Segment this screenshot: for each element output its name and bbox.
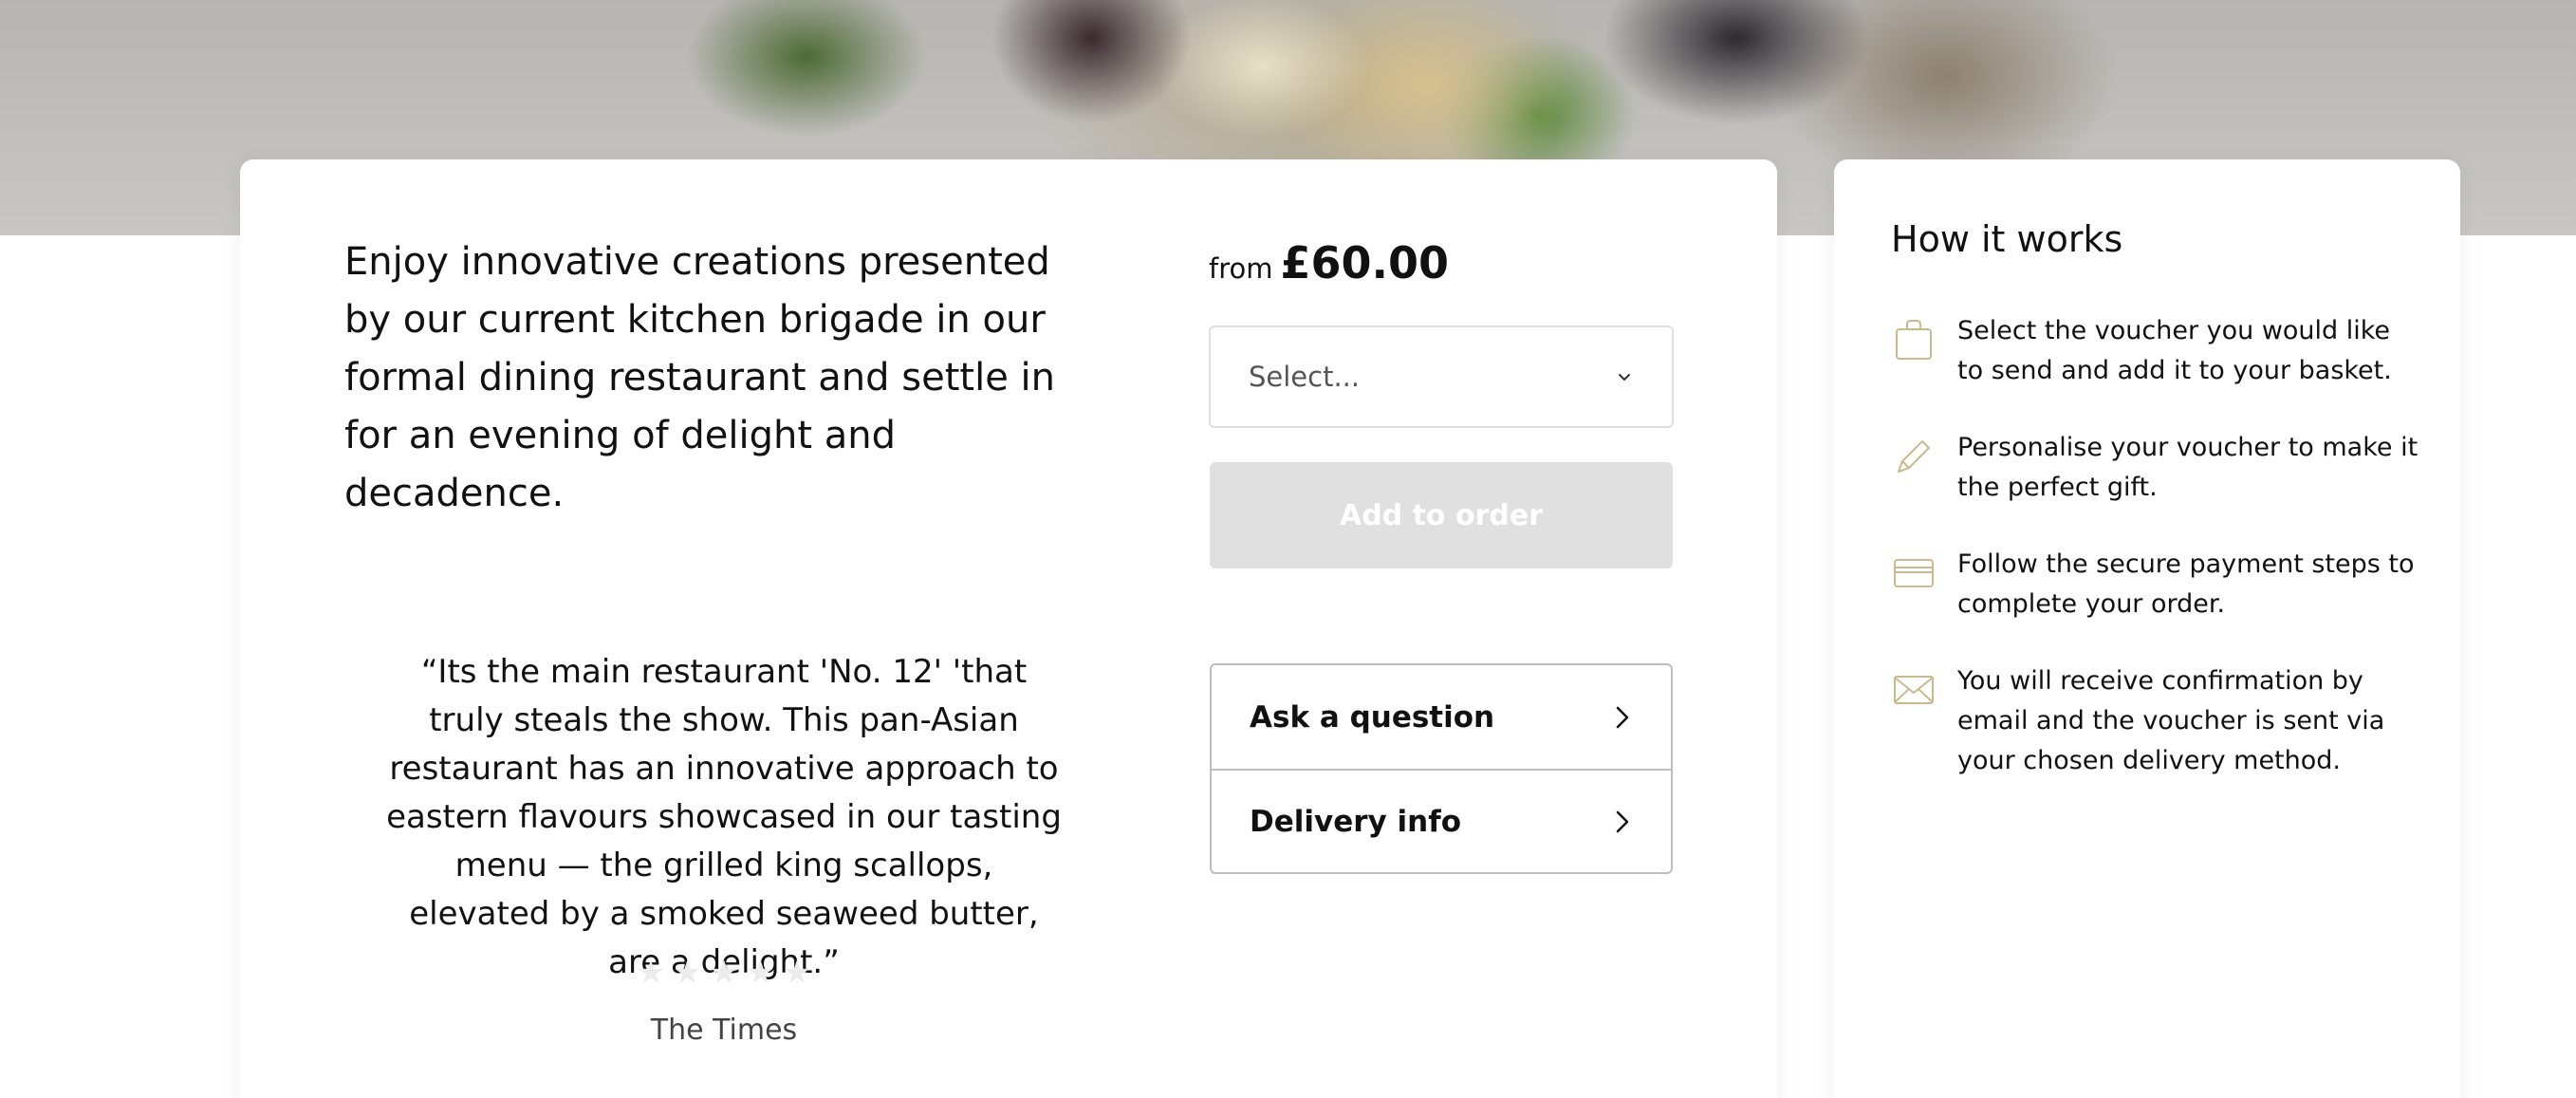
delivery-info-label: Delivery info [1250,804,1462,839]
step-text: Follow the secure payment steps to compl… [1957,549,2415,619]
price: from £60.00 [1209,237,1449,288]
select-placeholder: Select... [1249,361,1361,393]
ask-question-label: Ask a question [1250,699,1495,735]
pencil-icon [1898,440,1930,473]
info-accordion: Ask a question Delivery info [1210,663,1673,874]
star-icon: ★ [673,954,702,992]
star-rating: ★ ★ ★ ★ ★ [629,957,819,989]
step-text: You will receive confirmation by email a… [1957,666,2385,775]
voucher-detail-card: Enjoy innovative creations presented by … [240,159,1777,1098]
how-it-works-card: How it works Select the voucher you woul… [1834,159,2460,1098]
ask-question-item[interactable]: Ask a question [1212,665,1671,769]
step-item: You will receive confirmation by email a… [1891,661,2422,781]
add-to-order-button[interactable]: Add to order [1210,462,1673,568]
price-value: £60.00 [1280,237,1450,288]
how-it-works-title: How it works [1891,218,2123,260]
star-icon: ★ [746,954,775,992]
price-prefix: from [1209,252,1273,285]
voucher-description: Enjoy innovative creations presented by … [344,240,1055,515]
star-icon: ★ [709,954,739,992]
shopping-bag-icon [1896,320,1932,360]
chevron-down-icon [1619,374,1630,381]
review-source: The Times [650,1014,798,1047]
credit-card-icon [1894,559,1934,587]
chevron-right-icon [1616,810,1629,832]
step-item: Follow the secure payment steps to compl… [1891,545,2422,624]
review-quote: “Its the main restaurant 'No. 12' 'that … [386,653,1062,981]
step-text: Select the voucher you would like to sen… [1957,316,2392,385]
star-icon: ★ [782,954,812,992]
delivery-info-item[interactable]: Delivery info [1212,769,1671,872]
envelope-icon [1894,676,1934,704]
chevron-right-icon [1616,706,1629,728]
step-item: Personalise your voucher to make it the … [1891,428,2422,508]
step-item: Select the voucher you would like to sen… [1891,311,2422,391]
step-text: Personalise your voucher to make it the … [1957,433,2418,502]
voucher-option-select[interactable]: Select... [1209,326,1674,428]
star-icon: ★ [636,954,666,992]
